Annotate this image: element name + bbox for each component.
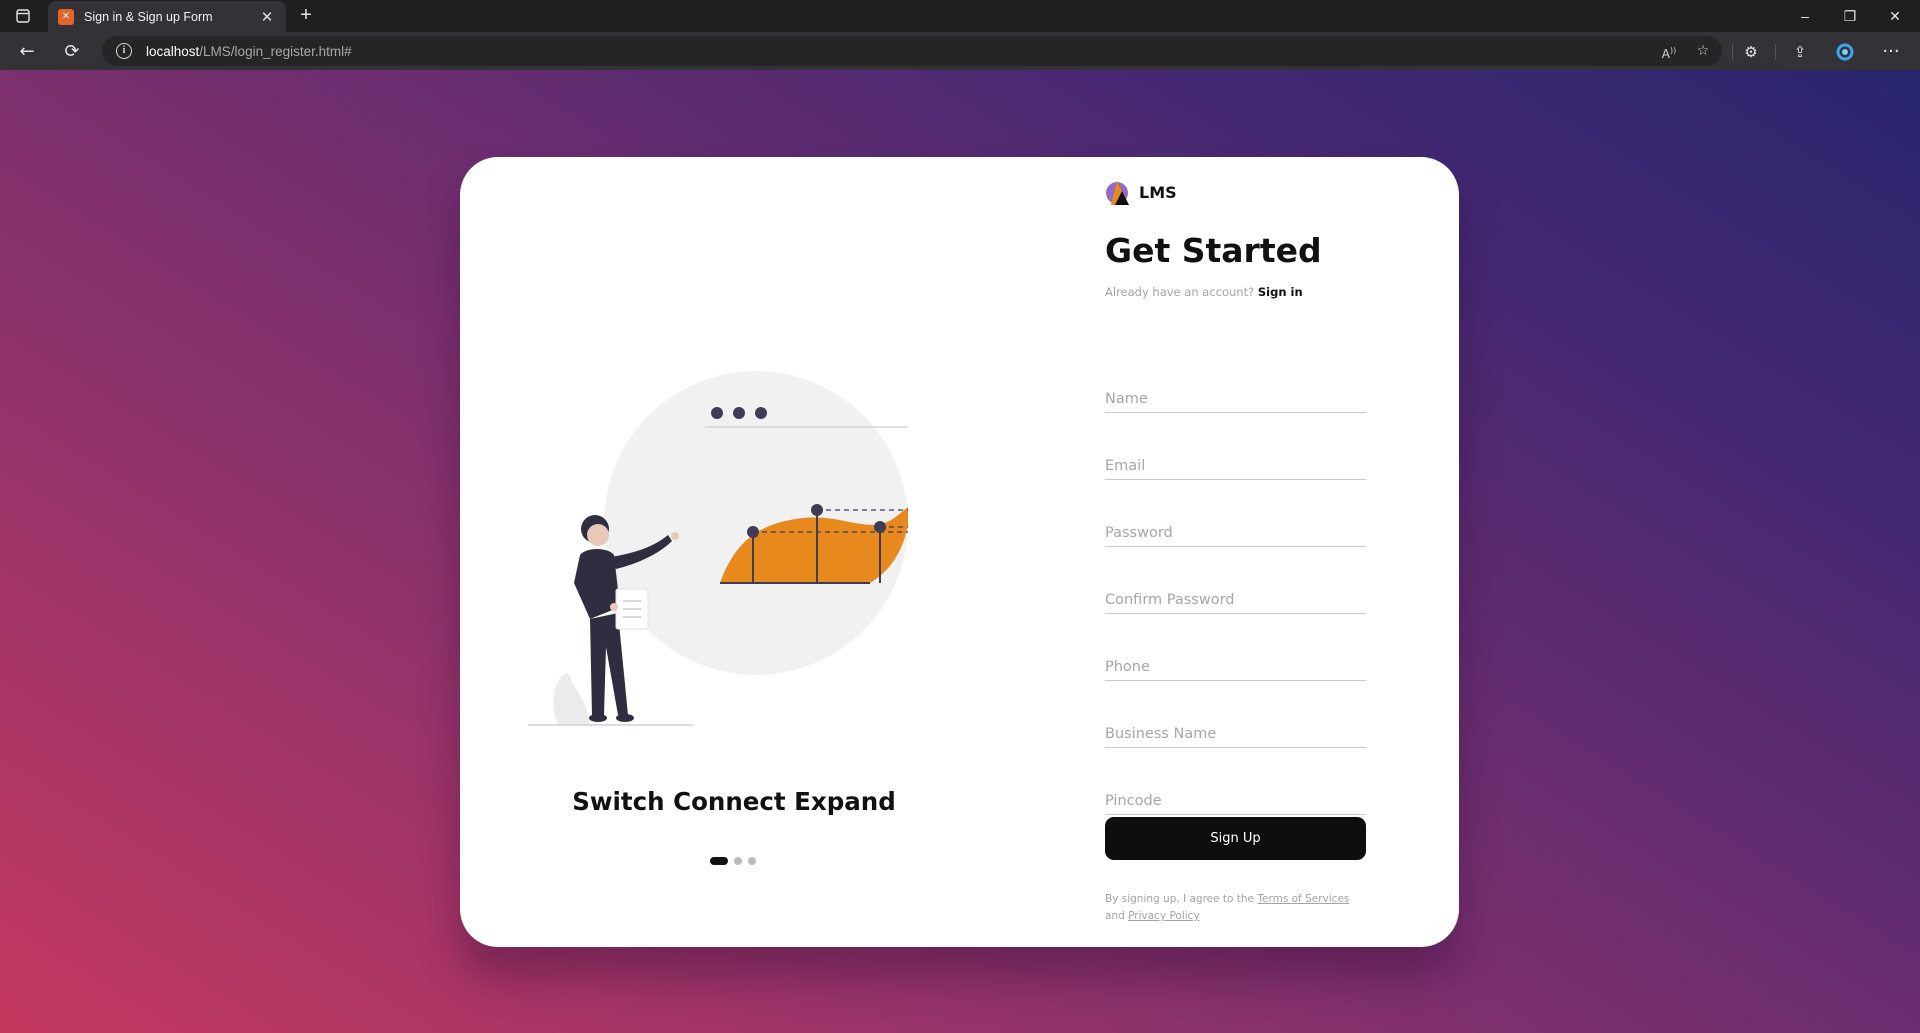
password-field[interactable] bbox=[1105, 519, 1366, 547]
terms-text: By signing up, I agree to the bbox=[1105, 893, 1255, 905]
terms-link[interactable]: Terms of Services bbox=[1257, 893, 1349, 905]
more-options-icon[interactable]: ··· bbox=[1878, 39, 1904, 65]
confirm-password-field[interactable] bbox=[1105, 586, 1366, 614]
minimize-icon[interactable]: – bbox=[1793, 4, 1817, 28]
back-icon[interactable]: ← bbox=[14, 39, 40, 65]
toolbar-separator bbox=[1775, 44, 1776, 60]
privacy-link[interactable]: Privacy Policy bbox=[1128, 910, 1200, 922]
signin-prompt: Already have an account? Sign in bbox=[1105, 285, 1303, 299]
carousel-dot-1[interactable] bbox=[710, 857, 728, 865]
address-bar[interactable]: i localhost/LMS/login_register.html# A))… bbox=[102, 36, 1722, 66]
tab-actions-icon[interactable] bbox=[12, 6, 34, 26]
brand: LMS bbox=[1105, 178, 1177, 206]
signin-link[interactable]: Sign in bbox=[1258, 285, 1303, 299]
toolbar-separator bbox=[1732, 44, 1733, 60]
browser-toolbar: ← ⟳ i localhost/LMS/login_register.html#… bbox=[0, 32, 1920, 70]
carousel-dot-2[interactable] bbox=[734, 857, 742, 865]
tab-title: Sign in & Sign up Form bbox=[84, 9, 213, 24]
browser-tab-bar: ✕ Sign in & Sign up Form ✕ + – ❐ ✕ bbox=[0, 0, 1920, 32]
carousel-indicator bbox=[710, 857, 756, 865]
page-background: Switch Connect Expand LMS Get Started Al… bbox=[0, 70, 1920, 1033]
copilot-icon[interactable] bbox=[1832, 39, 1858, 65]
restore-icon[interactable]: ❐ bbox=[1838, 4, 1862, 28]
refresh-icon[interactable]: ⟳ bbox=[59, 39, 85, 65]
close-window-icon[interactable]: ✕ bbox=[1883, 4, 1907, 28]
email-field[interactable] bbox=[1105, 452, 1366, 480]
brand-name: LMS bbox=[1139, 182, 1177, 202]
slogan-text: Switch Connect Expand bbox=[572, 787, 896, 816]
new-tab-icon[interactable]: + bbox=[294, 4, 318, 28]
business-name-field[interactable] bbox=[1105, 720, 1366, 748]
have-account-text: Already have an account? bbox=[1105, 285, 1255, 299]
name-field[interactable] bbox=[1105, 385, 1366, 413]
favorites-add-icon[interactable]: ☆ bbox=[1690, 36, 1716, 66]
tab-close-icon[interactable]: ✕ bbox=[258, 8, 276, 26]
xampp-favicon-icon: ✕ bbox=[58, 8, 74, 25]
url-text: localhost/LMS/login_register.html# bbox=[146, 43, 352, 59]
browser-tab[interactable]: ✕ Sign in & Sign up Form ✕ bbox=[48, 1, 286, 32]
and-text: and bbox=[1105, 910, 1125, 922]
terms-notice: By signing up, I agree to the Terms of S… bbox=[1105, 891, 1375, 925]
signup-button[interactable]: Sign Up bbox=[1105, 817, 1366, 860]
auth-card: Switch Connect Expand LMS Get Started Al… bbox=[460, 157, 1459, 947]
carousel-dot-3[interactable] bbox=[748, 857, 756, 865]
phone-field[interactable] bbox=[1105, 653, 1366, 681]
lms-logo-icon bbox=[1106, 181, 1129, 205]
site-info-icon[interactable]: i bbox=[116, 43, 132, 59]
extensions-icon[interactable]: ⚙ bbox=[1738, 39, 1764, 65]
share-icon[interactable]: ⇪ bbox=[1787, 39, 1813, 65]
read-aloud-icon[interactable]: A)) bbox=[1656, 36, 1682, 66]
page-title: Get Started bbox=[1105, 231, 1322, 270]
analytics-illustration bbox=[528, 371, 908, 726]
pincode-field[interactable] bbox=[1105, 787, 1366, 815]
